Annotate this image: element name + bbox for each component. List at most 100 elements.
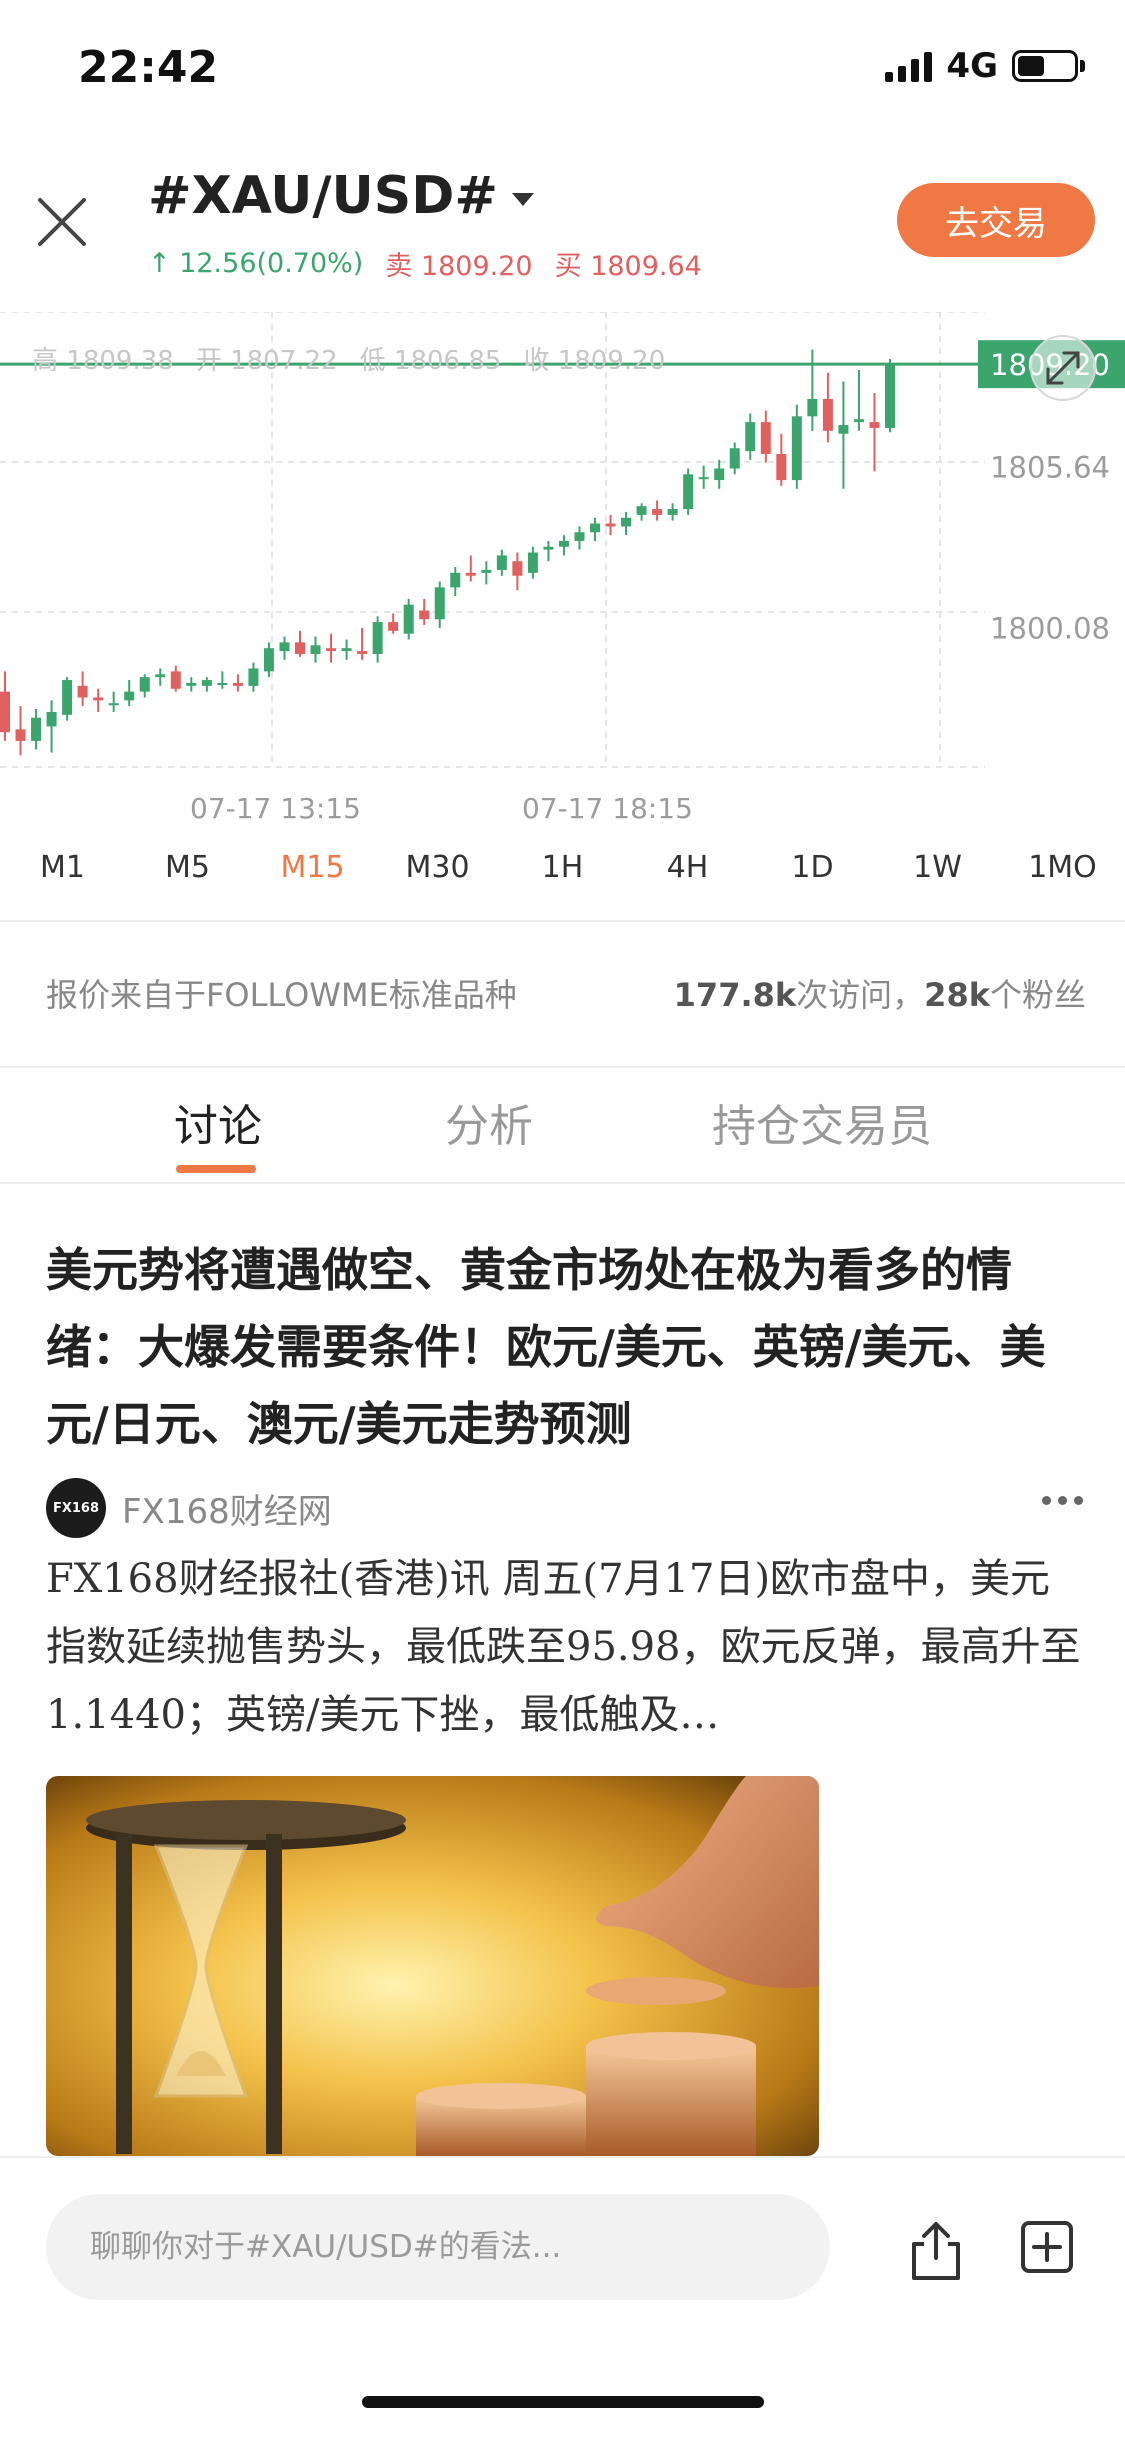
candle-body [263, 648, 274, 672]
candle-body [77, 685, 88, 698]
candle-body [621, 517, 632, 527]
share-icon[interactable] [906, 2218, 966, 2282]
candle-body [760, 422, 771, 455]
tf-m1[interactable]: M1 [0, 850, 125, 885]
candle-body [295, 642, 305, 654]
ohlc-open: 开 1807.22 [195, 346, 338, 376]
candle-body [729, 448, 740, 469]
trade-button[interactable]: 去交易 [897, 183, 1095, 257]
candle-body [434, 587, 445, 620]
tab-active-indicator [176, 1165, 256, 1173]
candle-body [108, 703, 119, 706]
candle-body [155, 674, 166, 678]
candle-body [341, 648, 352, 652]
candle-body [357, 651, 368, 654]
candle-body [93, 697, 104, 701]
sell-quote: 卖 1809.20 [385, 244, 532, 283]
candle-body [372, 622, 383, 654]
close-icon[interactable] [30, 190, 94, 254]
candle-body [124, 691, 135, 701]
tab-position-traders[interactable]: 持仓交易员 [712, 1090, 932, 1154]
x-tick-label: 07-17 18:15 [522, 792, 693, 825]
tab-analysis[interactable]: 分析 [445, 1090, 533, 1154]
caret-down-icon [511, 192, 534, 206]
ohlc-high: 高 1809.38 [32, 346, 174, 376]
candle-body [807, 398, 818, 417]
ohlc-close: 收 1809.20 [523, 346, 666, 376]
status-time: 22:42 [78, 42, 219, 93]
buy-quote: 买 1809.64 [555, 244, 702, 283]
tab-bar: 讨论 分析 持仓交易员 [0, 1090, 1125, 1180]
candle-body [450, 572, 461, 588]
candle-body [558, 540, 569, 547]
sell-price: 1809.20 [420, 251, 533, 282]
tf-1d[interactable]: 1D [750, 850, 875, 885]
candle-body [248, 668, 259, 686]
candle-body [714, 468, 725, 481]
candle-body [326, 648, 337, 652]
price-change: ↑ 12.56(0.70%) [148, 248, 364, 279]
candle-body [201, 680, 212, 686]
candle-body [543, 546, 554, 550]
article-title[interactable]: 美元势将遭遇做空、黄金市场处在极为看多的情绪：大爆发需要条件！欧元/美元、英镑/… [46, 1232, 1086, 1463]
tf-4h[interactable]: 4H [625, 850, 750, 885]
candle-body [31, 717, 42, 741]
hourglass-coins-image [46, 1776, 819, 2156]
tf-m15[interactable]: M15 [250, 850, 375, 885]
tf-1h[interactable]: 1H [500, 850, 625, 885]
tf-m30[interactable]: M30 [375, 850, 500, 885]
buy-price: 1809.64 [590, 251, 702, 282]
candle-body [652, 509, 663, 515]
candle-body [776, 454, 787, 481]
quote-source: 报价来自于FOLLOWME标准品种 [46, 976, 517, 1014]
candle-body [481, 569, 492, 573]
candle-body [465, 572, 476, 576]
article-image[interactable] [46, 1776, 819, 2156]
candle-body [232, 682, 243, 686]
home-indicator [362, 2396, 764, 2408]
candlestick-chart: 1809.201805.641800.08 [0, 311, 1125, 768]
candle-body [139, 677, 150, 692]
signal-icon [885, 50, 933, 82]
candle-body [698, 477, 709, 480]
candle-body [838, 425, 849, 434]
candle-body [419, 610, 430, 620]
status-indicators: 4G [885, 46, 1085, 86]
candle-body [527, 552, 538, 573]
divider [0, 920, 1125, 922]
price-chart[interactable]: 1809.201805.641800.08 [0, 311, 1125, 782]
divider [0, 1182, 1125, 1184]
author-avatar: FX168 [46, 1478, 106, 1538]
sell-label: 卖 [385, 251, 413, 282]
y-tick-label: 1805.64 [990, 450, 1110, 484]
comment-input[interactable] [46, 2194, 830, 2300]
tf-1w[interactable]: 1W [875, 850, 1000, 885]
network-type: 4G [946, 46, 998, 86]
battery-icon [1012, 50, 1085, 82]
symbol-selector[interactable]: #XAU/USD# [148, 166, 534, 226]
candle-body [403, 604, 414, 634]
candle-body [46, 711, 57, 727]
candle-body [822, 398, 833, 431]
comment-bar [0, 2156, 1125, 2438]
add-icon[interactable] [1020, 2220, 1074, 2274]
tf-m5[interactable]: M5 [125, 850, 250, 885]
author-row[interactable]: FX168 FX168财经网 [46, 1478, 332, 1538]
candle-body [605, 523, 616, 527]
more-options-icon[interactable] [1042, 1496, 1083, 1505]
article-excerpt[interactable]: FX168财经报社(香港)讯 周五(7月17日)欧市盘中，美元指数延续抛售势头，… [46, 1545, 1086, 1749]
candle-body [186, 682, 197, 686]
tf-1mo[interactable]: 1MO [1000, 850, 1125, 885]
x-tick-label: 07-17 13:15 [190, 792, 361, 825]
candle-body [745, 422, 756, 452]
candle-body [512, 561, 523, 576]
candle-body [170, 671, 181, 689]
ohlc-low: 低 1806.85 [359, 346, 502, 376]
candle-body [217, 682, 228, 685]
candle-body [853, 419, 864, 423]
candle-body [0, 691, 10, 733]
author-name: FX168财经网 [122, 1491, 332, 1532]
tab-discussion[interactable]: 讨论 [174, 1090, 262, 1154]
timeframe-selector: M1 M5 M15 M30 1H 4H 1D 1W 1MO [0, 850, 1125, 885]
candle-body [388, 622, 399, 631]
